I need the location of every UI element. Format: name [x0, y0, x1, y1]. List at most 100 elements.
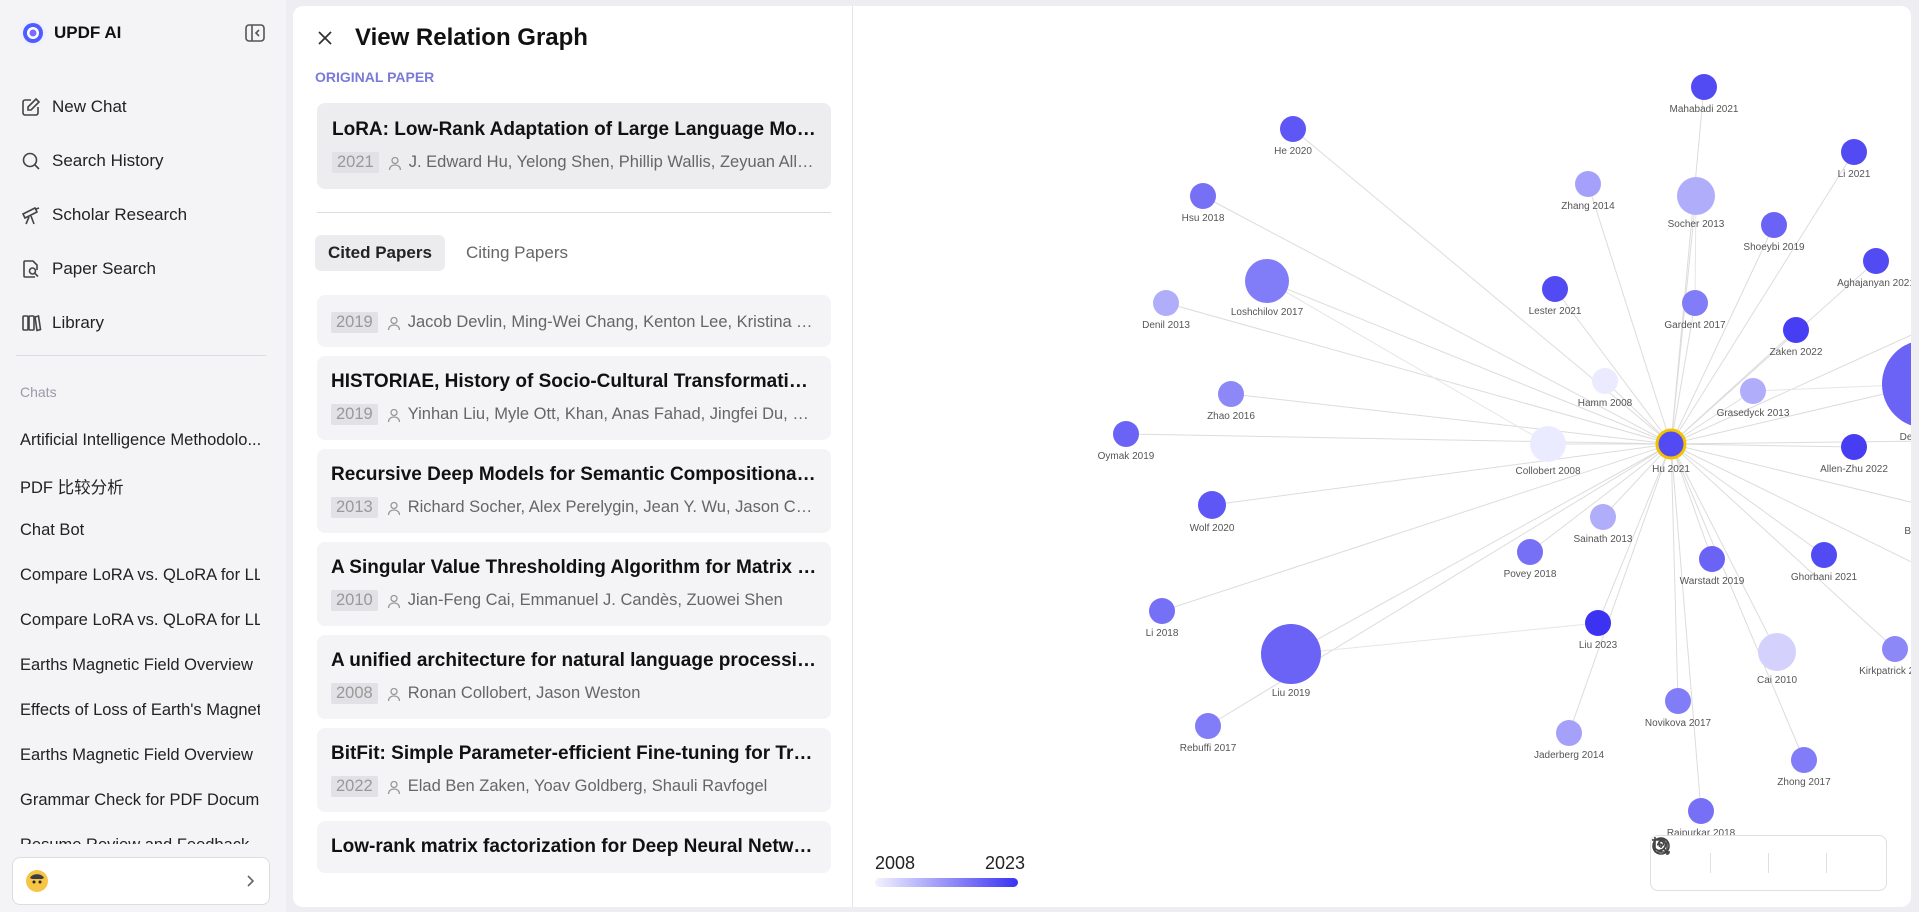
graph-node[interactable]: Lester 2021 — [1529, 276, 1582, 317]
graph-node[interactable]: Rebuffi 2017 — [1180, 713, 1237, 754]
graph-node-circle[interactable] — [1261, 624, 1321, 684]
tab-cited-papers[interactable]: Cited Papers — [315, 235, 445, 271]
chat-item[interactable]: Effects of Loss of Earth's Magnetic... — [20, 688, 260, 733]
graph-node-circle[interactable] — [1585, 610, 1611, 636]
graph-node[interactable]: Socher 2013 — [1668, 177, 1725, 230]
graph-node[interactable]: Li 2021 — [1838, 139, 1871, 180]
graph-node[interactable]: Allen-Zhu 2022 — [1820, 434, 1888, 475]
chat-item[interactable]: Earths Magnetic Field Overview — [20, 733, 260, 778]
graph-node[interactable]: Gardent 2017 — [1664, 290, 1726, 331]
graph-node-circle[interactable] — [1761, 212, 1787, 238]
graph-node-circle[interactable] — [1882, 636, 1908, 662]
graph-node[interactable]: Warstadt 2019 — [1680, 546, 1745, 587]
paper-card[interactable]: BitFit: Simple Parameter-efficient Fine-… — [317, 728, 831, 812]
graph-node[interactable]: Grasedyck 2013 — [1717, 378, 1790, 419]
nav-library[interactable]: Library — [20, 296, 270, 350]
graph-node[interactable]: Zhong 2017 — [1777, 747, 1831, 788]
graph-node-circle[interactable] — [1556, 720, 1582, 746]
graph-node-circle[interactable] — [1153, 290, 1179, 316]
graph-node[interactable]: Rajpurkar 2018 — [1667, 798, 1736, 839]
chat-item[interactable]: Artificial Intelligence Methodolo... — [20, 418, 260, 463]
graph-node[interactable]: Li 2018 — [1146, 598, 1179, 639]
graph-node-circle[interactable] — [1758, 633, 1796, 671]
graph-node[interactable]: Hamm 2008 — [1578, 368, 1633, 409]
graph-node-circle[interactable] — [1677, 177, 1715, 215]
graph-node-circle[interactable] — [1190, 183, 1216, 209]
collapse-sidebar-icon[interactable] — [244, 23, 266, 43]
graph-node[interactable]: Devlin 2019 — [1882, 340, 1911, 443]
chat-item[interactable]: PDF 比较分析 — [20, 463, 260, 508]
paper-card[interactable]: Low-rank matrix factorization for Deep N… — [317, 821, 831, 873]
graph-node-circle[interactable] — [1575, 171, 1601, 197]
graph-node-circle[interactable] — [1517, 539, 1543, 565]
brand[interactable]: UPDF AI — [20, 20, 121, 46]
graph-node[interactable]: He 2020 — [1274, 116, 1312, 157]
graph-node[interactable]: Zhao 2016 — [1207, 381, 1255, 422]
chat-item[interactable]: Compare LoRA vs. QLoRA for LLMs — [20, 553, 260, 598]
graph-node[interactable]: Cai 2010 — [1757, 633, 1797, 686]
graph-node-circle[interactable] — [1592, 368, 1618, 394]
graph-node-circle[interactable] — [1245, 259, 1289, 303]
zoom-in-icon[interactable] — [1652, 837, 1757, 880]
graph-node[interactable]: Brown 2020 — [1904, 492, 1911, 537]
graph-node[interactable]: Novikova 2017 — [1645, 688, 1712, 729]
graph-node[interactable]: Mahabadi 2021 — [1670, 74, 1739, 115]
graph-node-circle[interactable] — [1783, 317, 1809, 343]
nav-paper-search[interactable]: Paper Search — [20, 242, 270, 296]
graph-node[interactable]: Povey 2018 — [1504, 539, 1557, 580]
chat-item[interactable]: Grammar Check for PDF Document — [20, 778, 260, 823]
original-paper-card[interactable]: LoRA: Low-Rank Adaptation of Large Langu… — [317, 103, 831, 189]
graph-node-circle[interactable] — [1542, 276, 1568, 302]
graph-node-circle[interactable] — [1863, 248, 1889, 274]
graph-node-circle[interactable] — [1665, 688, 1691, 714]
paper-card[interactable]: Recursive Deep Models for Semantic Compo… — [317, 449, 831, 533]
graph-node-circle[interactable] — [1691, 74, 1717, 100]
graph-node[interactable]: Hsu 2018 — [1182, 183, 1225, 224]
graph-node-circle[interactable] — [1841, 434, 1867, 460]
graph-node[interactable]: Sainath 2013 — [1574, 504, 1633, 545]
graph-node[interactable]: Kirkpatrick 2016 — [1859, 636, 1911, 677]
graph-node[interactable]: Zaken 2022 — [1770, 317, 1823, 358]
graph-node-circle[interactable] — [1590, 504, 1616, 530]
graph-node-circle[interactable] — [1811, 542, 1837, 568]
graph-node[interactable]: Oymak 2019 — [1098, 421, 1155, 462]
graph-node[interactable]: Loshchilov 2017 — [1231, 259, 1304, 318]
close-icon[interactable] — [315, 28, 335, 48]
chat-item[interactable]: Compare LoRA vs. QLoRA for LLMs — [20, 598, 260, 643]
chat-item[interactable]: Chat Bot — [20, 508, 260, 553]
graph-node-circle[interactable] — [1841, 139, 1867, 165]
graph-node-circle[interactable] — [1699, 546, 1725, 572]
paper-card[interactable]: 2019 Jacob Devlin, Ming-Wei Chang, Kento… — [317, 295, 831, 347]
graph-node-circle[interactable] — [1791, 747, 1817, 773]
tab-citing-papers[interactable]: Citing Papers — [453, 235, 581, 271]
graph-node-circle[interactable] — [1218, 381, 1244, 407]
graph-node-circle[interactable] — [1682, 290, 1708, 316]
graph-center-circle[interactable] — [1655, 428, 1687, 460]
graph-node[interactable]: Shoeybi 2019 — [1743, 212, 1805, 253]
graph-node-circle[interactable] — [1195, 713, 1221, 739]
graph-node-circle[interactable] — [1688, 798, 1714, 824]
graph-node[interactable]: Denil 2013 — [1142, 290, 1190, 331]
paper-card[interactable]: A Singular Value Thresholding Algorithm … — [317, 542, 831, 626]
graph-node[interactable]: Collobert 2008 — [1515, 426, 1581, 477]
chat-item[interactable]: Resume Review and Feedback — [20, 823, 260, 844]
graph-node-circle[interactable] — [1530, 426, 1566, 462]
graph-node[interactable]: Aghajanyan 2021 — [1837, 248, 1911, 289]
nav-search-history[interactable]: Search History — [20, 134, 270, 188]
graph-node-circle[interactable] — [1113, 421, 1139, 447]
graph-node-circle[interactable] — [1882, 340, 1911, 428]
paper-card[interactable]: A unified architecture for natural langu… — [317, 635, 831, 719]
nav-scholar-research[interactable]: Scholar Research — [20, 188, 270, 242]
paper-card[interactable]: HISTORIAE, History of Socio-Cultural Tra… — [317, 356, 831, 440]
user-account-button[interactable] — [12, 857, 270, 905]
nav-new-chat[interactable]: New Chat — [20, 80, 270, 134]
graph-node-circle[interactable] — [1740, 378, 1766, 404]
graph-node[interactable]: Wolf 2020 — [1190, 491, 1235, 534]
graph-node[interactable]: Jaderberg 2014 — [1534, 720, 1604, 761]
help-icon[interactable] — [1652, 837, 1872, 880]
relation-graph[interactable]: Mahabadi 2021 He 2020 Li 2021 Zhang 2014 Soc… — [854, 6, 1911, 907]
graph-canvas[interactable]: Mahabadi 2021 He 2020 Li 2021 Zhang 2014 Soc… — [854, 6, 1911, 907]
chat-item[interactable]: Earths Magnetic Field Overview — [20, 643, 260, 688]
graph-node[interactable]: Zhang 2014 — [1561, 171, 1615, 212]
zoom-out-icon[interactable] — [1652, 837, 1814, 880]
